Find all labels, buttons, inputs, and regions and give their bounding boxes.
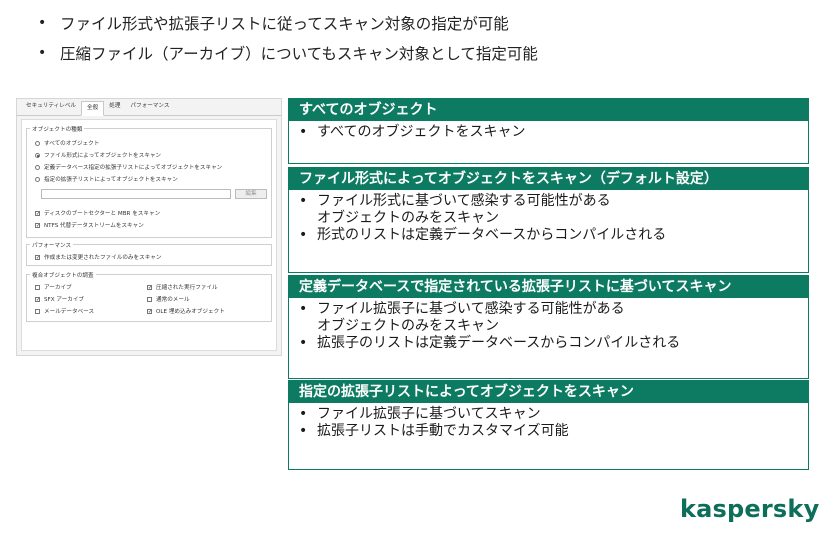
checkbox-ole-objects[interactable]: ✓ OLE 埋め込みオブジェクト [147, 307, 225, 315]
tab-performance[interactable]: パフォーマンス [125, 100, 174, 115]
performance-group: パフォーマンス ✓ 作成または変更されたファイルのみをスキャン [26, 241, 272, 266]
checkbox-sfx-archives[interactable]: ✓ SFX アーカイブ [35, 295, 84, 303]
header-bullet-text: 圧縮ファイル（アーカイブ）についてもスキャン対象として指定可能 [60, 45, 538, 63]
list-item: • 拡張子リストは手動でカスタマイズ可能 [299, 423, 569, 439]
checkbox-checked-icon[interactable]: ✓ [35, 222, 40, 228]
list-item: • すべてのオブジェクトをスキャン [299, 124, 526, 140]
tab-action[interactable]: 処理 [104, 100, 125, 115]
header-bullet-list: • ファイル形式や拡張子リストに従ってスキャン対象の指定が可能 • 圧縮ファイル（ア… [38, 8, 538, 68]
option-box-title: すべてのオブジェクト [289, 99, 808, 121]
radio-icon[interactable] [35, 164, 40, 170]
header-bullet: • 圧縮ファイル（アーカイブ）についてもスキャン対象として指定可能 [38, 38, 538, 68]
object-type-group-label: オブジェクトの種類 [30, 125, 85, 133]
extension-list-input[interactable] [41, 189, 231, 199]
radio-by-format[interactable]: ファイル形式によってオブジェクトをスキャン [35, 151, 161, 159]
option-box-body: • ファイル拡張子に基づいて感染する可能性がある オブジェクトのみをスキャン • 拡… [289, 298, 808, 352]
list-item: • ファイル拡張子に基づいて感染する可能性がある オブジェクトのみをスキャン [299, 301, 625, 334]
radio-selected-icon[interactable] [35, 152, 40, 158]
checkbox-mail-databases[interactable]: メールデータベース [35, 307, 94, 315]
tab-security-level[interactable]: セキュリティレベル [21, 100, 81, 115]
compound-objects-group-label: 複合オブジェクトの調査 [30, 271, 96, 279]
checkbox-checked-icon[interactable]: ✓ [147, 284, 152, 290]
checkbox-packed-executables[interactable]: ✓ 圧縮された実行ファイル [147, 283, 218, 291]
option-box-by-custom-extension: 指定の拡張子リストによってオブジェクトをスキャン • ファイル拡張子に基づいてスキ… [288, 380, 809, 470]
list-item: • 拡張子のリストは定義データベースからコンパイルされる [299, 335, 681, 351]
checkbox-checked-icon[interactable]: ✓ [35, 254, 40, 260]
checkbox-checked-icon[interactable]: ✓ [35, 210, 40, 216]
checkbox-plain-mail[interactable]: 通常のメール [147, 295, 190, 303]
tab-general[interactable]: 全般 [81, 101, 105, 116]
option-box-title: 定義データベースで指定されている拡張子リストに基づいてスキャン [289, 276, 808, 298]
performance-group-label: パフォーマンス [30, 241, 74, 249]
checkbox-boot-sector[interactable]: ✓ ディスクのブートセクターと MBR をスキャン [35, 209, 160, 217]
option-box-title: ファイル形式によってオブジェクトをスキャン（デフォルト設定） [289, 168, 808, 190]
checkbox-changed-only[interactable]: ✓ 作成または変更されたファイルのみをスキャン [35, 253, 161, 261]
radio-by-db-extension[interactable]: 定義データベース指定の拡張子リストによってオブジェクトをスキャン [35, 163, 222, 171]
object-type-group: オブジェクトの種類 すべてのオブジェクト ファイル形式によってオブジェクトをスキ… [26, 125, 272, 238]
settings-dialog: セキュリティレベル 全般 処理 パフォーマンス オブジェクトの種類 すべてのオブ… [16, 98, 282, 356]
dialog-panel: オブジェクトの種類 すべてのオブジェクト ファイル形式によってオブジェクトをスキ… [21, 119, 277, 351]
radio-icon[interactable] [35, 176, 40, 182]
radio-by-custom-extension[interactable]: 指定の拡張子リストによってオブジェクトをスキャン [35, 175, 178, 183]
checkbox-checked-icon[interactable]: ✓ [35, 296, 40, 302]
list-item: • ファイル拡張子に基づいてスキャン [299, 406, 541, 422]
option-box-body: • ファイル形式に基づいて感染する可能性がある オブジェクトのみをスキャン • 形式… [289, 190, 808, 244]
dialog-tab-bar: セキュリティレベル 全般 処理 パフォーマンス [17, 99, 281, 116]
radio-icon[interactable] [35, 140, 40, 146]
option-box-by-db-extension: 定義データベースで指定されている拡張子リストに基づいてスキャン • ファイル拡張子… [288, 275, 809, 379]
option-box-by-format: ファイル形式によってオブジェクトをスキャン（デフォルト設定） • ファイル形式に基… [288, 167, 809, 273]
checkbox-ntfs-stream[interactable]: ✓ NTFS 代替データストリームをスキャン [35, 221, 144, 229]
kaspersky-logo: kaspersky [680, 495, 820, 523]
radio-all-objects[interactable]: すべてのオブジェクト [35, 139, 99, 147]
edit-button[interactable]: 編集 [235, 189, 267, 199]
checkbox-archives[interactable]: アーカイブ [35, 283, 72, 291]
header-bullet: • ファイル形式や拡張子リストに従ってスキャン対象の指定が可能 [38, 8, 538, 38]
list-item: • 形式のリストは定義データベースからコンパイルされる [299, 227, 667, 243]
option-box-title: 指定の拡張子リストによってオブジェクトをスキャン [289, 381, 808, 403]
compound-objects-group: 複合オブジェクトの調査 アーカイブ ✓ SFX アーカイブ メールデータベース ✓… [26, 271, 272, 322]
option-box-all-objects: すべてのオブジェクト • すべてのオブジェクトをスキャン [288, 98, 809, 164]
option-box-body: • ファイル拡張子に基づいてスキャン • 拡張子リストは手動でカスタマイズ可能 [289, 403, 808, 440]
checkbox-icon[interactable] [35, 284, 40, 290]
checkbox-icon[interactable] [147, 296, 152, 302]
list-item: • ファイル形式に基づいて感染する可能性がある オブジェクトのみをスキャン [299, 193, 611, 226]
checkbox-checked-icon[interactable]: ✓ [147, 308, 152, 314]
checkbox-icon[interactable] [35, 308, 40, 314]
option-box-body: • すべてのオブジェクトをスキャン [289, 121, 808, 141]
header-bullet-text: ファイル形式や拡張子リストに従ってスキャン対象の指定が可能 [60, 15, 509, 33]
